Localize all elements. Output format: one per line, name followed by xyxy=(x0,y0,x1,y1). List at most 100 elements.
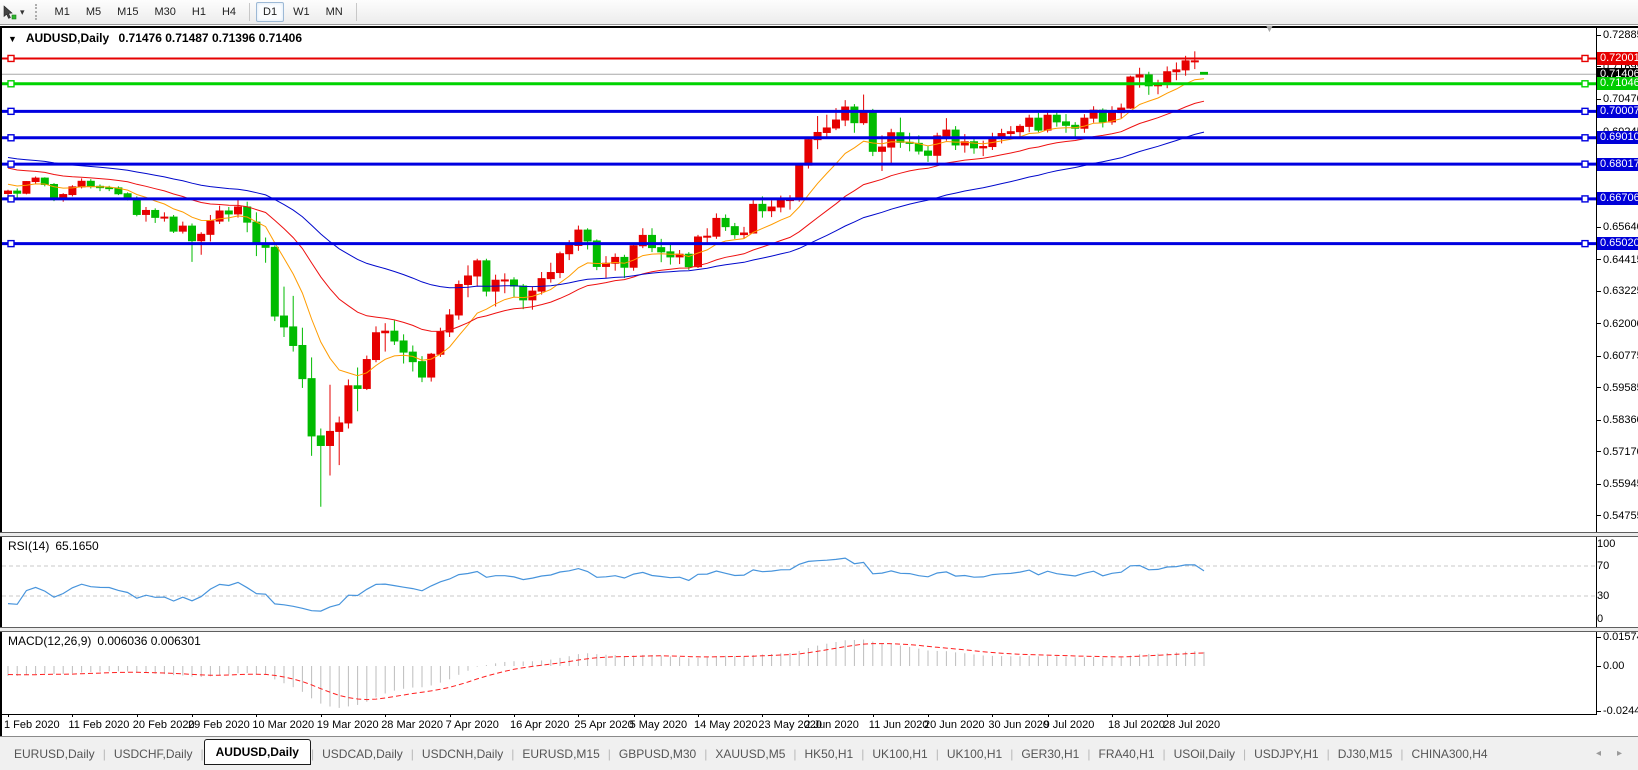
tab-scroll-arrows: ◂▸ xyxy=(1580,748,1622,759)
symbol-tab-bar: EURUSD,Daily|USDCHF,Daily|AUDUSD,Daily|U… xyxy=(0,737,1638,770)
price-tick: 0.59585 xyxy=(1597,382,1638,394)
timeframe-button-d1[interactable]: D1 xyxy=(256,2,284,22)
horizontal-support-line[interactable] xyxy=(2,81,1596,87)
symbol-tab-uk100-h1[interactable]: UK100,H1 xyxy=(939,743,1010,765)
toolbar-separator xyxy=(249,3,250,21)
symbol-tab-gbpusd-m30[interactable]: GBPUSD,M30 xyxy=(611,743,704,765)
symbol-tab-usdchf-daily[interactable]: USDCHF,Daily xyxy=(106,743,201,765)
timeframe-button-h4[interactable]: H4 xyxy=(215,2,243,22)
line-handle[interactable] xyxy=(8,161,14,167)
date-axis-divider xyxy=(0,714,1597,715)
macd-panel-splitter[interactable] xyxy=(0,627,1638,632)
horizontal-support-line[interactable] xyxy=(2,241,1596,247)
macd-signal-line xyxy=(8,644,1204,700)
toolbar-grip-handle[interactable] xyxy=(35,4,39,20)
macd-indicator-label: MACD(12,26,9)0.006036 0.006301 xyxy=(8,634,201,648)
chart-title: ▼ AUDUSD,Daily 0.71476 0.71487 0.71396 0… xyxy=(8,31,302,45)
line-handle[interactable] xyxy=(1582,135,1588,141)
toolbar-separator xyxy=(356,3,357,21)
timeframe-button-w1[interactable]: W1 xyxy=(286,2,317,22)
horizontal-support-line[interactable] xyxy=(2,108,1596,114)
symbol-tab-eurusd-m15[interactable]: EURUSD,M15 xyxy=(514,743,607,765)
symbol-tab-usdcad-daily[interactable]: USDCAD,Daily xyxy=(314,743,411,765)
date-label: 9 Jul 2020 xyxy=(1044,719,1095,731)
symbol-tab-china300-h4[interactable]: CHINA300,H4 xyxy=(1404,743,1496,765)
line-handle[interactable] xyxy=(1582,161,1588,167)
macd-tick: -0.024412 xyxy=(1597,705,1638,717)
symbol-tab-xauusd-m5[interactable]: XAUUSD,M5 xyxy=(707,743,793,765)
symbol-tab-usdcnh-daily[interactable]: USDCNH,Daily xyxy=(414,743,511,765)
date-label: 30 Jun 2020 xyxy=(988,719,1049,731)
tabs-scroll-left-icon[interactable]: ◂ xyxy=(1596,748,1601,759)
cursor-tool-button[interactable]: ▾ xyxy=(0,4,31,20)
symbol-tab-dj30-m15[interactable]: DJ30,M15 xyxy=(1330,743,1401,765)
horizontal-support-line[interactable] xyxy=(2,135,1596,141)
tabs-scroll-right-icon[interactable]: ▸ xyxy=(1617,748,1622,759)
price-tick: 0.57170 xyxy=(1597,446,1638,458)
price-tick: 0.62000 xyxy=(1597,318,1638,330)
cursor-arrow-icon xyxy=(2,4,18,20)
timeframe-button-m15[interactable]: M15 xyxy=(110,2,145,22)
date-label: 28 Jul 2020 xyxy=(1163,719,1220,731)
timeframe-button-m5[interactable]: M5 xyxy=(79,2,108,22)
date-label: 20 Feb 2020 xyxy=(133,719,195,731)
timeframe-button-m30[interactable]: M30 xyxy=(148,2,183,22)
macd-values: 0.006036 0.006301 xyxy=(97,634,200,648)
main-candlestick-chart[interactable] xyxy=(2,28,1596,533)
date-label: 14 May 2020 xyxy=(694,719,758,731)
line-handle[interactable] xyxy=(1582,55,1588,61)
symbol-tab-hk50-h1[interactable]: HK50,H1 xyxy=(797,743,862,765)
line-handle[interactable] xyxy=(1582,241,1588,247)
chart-shift-marker-icon[interactable]: ▼ xyxy=(1264,23,1275,35)
symbol-tab-ger30-h1[interactable]: GER30,H1 xyxy=(1013,743,1087,765)
price-badge: 0.70007 xyxy=(1597,105,1638,118)
timeframe-button-m1[interactable]: M1 xyxy=(48,2,77,22)
line-handle[interactable] xyxy=(8,196,14,202)
rsi-panel-splitter[interactable] xyxy=(0,532,1638,537)
mt4-window: { "toolbar": { "cursor_dropdown_glyph": … xyxy=(0,0,1638,770)
chart-title-collapse-icon[interactable]: ▼ xyxy=(8,34,17,44)
timeframe-button-mn[interactable]: MN xyxy=(319,2,350,22)
line-handle[interactable] xyxy=(8,55,14,61)
symbol-tabs: EURUSD,Daily|USDCHF,Daily|AUDUSD,Daily|U… xyxy=(6,741,1496,767)
symbol-tab-fra40-h1[interactable]: FRA40,H1 xyxy=(1090,743,1162,765)
price-tick: 0.65640 xyxy=(1597,221,1638,233)
line-handle[interactable] xyxy=(8,108,14,114)
macd-plot xyxy=(2,631,1596,714)
line-handle[interactable] xyxy=(8,241,14,247)
date-label: 18 Jul 2020 xyxy=(1108,719,1165,731)
date-label: 11 Jun 2020 xyxy=(869,719,929,731)
price-tick: 0.70470 xyxy=(1597,93,1638,105)
line-handle[interactable] xyxy=(1582,108,1588,114)
price-badge: 0.71046 xyxy=(1597,77,1638,90)
price-tick: 0.58360 xyxy=(1597,414,1638,426)
candlestick-plot xyxy=(2,28,1596,533)
price-badge: 0.72001 xyxy=(1597,52,1638,65)
price-axis[interactable]: 0.728850.716950.704700.692450.656400.644… xyxy=(1597,28,1638,714)
line-handle[interactable] xyxy=(8,81,14,87)
symbol-tab-usdjpy-h1[interactable]: USDJPY,H1 xyxy=(1246,743,1326,765)
symbol-tab-uk100-h1[interactable]: UK100,H1 xyxy=(864,743,935,765)
candlestick-series xyxy=(5,51,1208,506)
date-axis[interactable]: 1 Feb 202011 Feb 202020 Feb 202029 Feb 2… xyxy=(2,714,1596,736)
price-tick: 0.54755 xyxy=(1597,510,1638,522)
timeframe-button-h1[interactable]: H1 xyxy=(185,2,213,22)
line-handle[interactable] xyxy=(1582,81,1588,87)
macd-panel[interactable] xyxy=(2,631,1596,714)
rsi-panel[interactable] xyxy=(2,536,1596,628)
cursor-tool-dropdown-icon[interactable]: ▾ xyxy=(20,7,25,18)
price-axis-divider xyxy=(1596,28,1597,714)
macd-tick: 0.00 xyxy=(1597,660,1624,672)
rsi-tick: 0 xyxy=(1597,613,1603,625)
line-handle[interactable] xyxy=(1582,196,1588,202)
line-handle[interactable] xyxy=(8,135,14,141)
date-label: 2 Jun 2020 xyxy=(804,719,858,731)
horizontal-resistance-line[interactable] xyxy=(2,55,1596,61)
symbol-tab-eurusd-daily[interactable]: EURUSD,Daily xyxy=(6,743,103,765)
chart-ohlc-values: 0.71476 0.71487 0.71396 0.71406 xyxy=(119,31,303,45)
symbol-tab-audusd-daily[interactable]: AUDUSD,Daily xyxy=(204,739,311,765)
symbol-tab-usoil-daily[interactable]: USOil,Daily xyxy=(1166,743,1243,765)
rsi-tick: 30 xyxy=(1597,590,1609,602)
price-badge: 0.69010 xyxy=(1597,131,1638,144)
price-tick: 0.60775 xyxy=(1597,350,1638,362)
